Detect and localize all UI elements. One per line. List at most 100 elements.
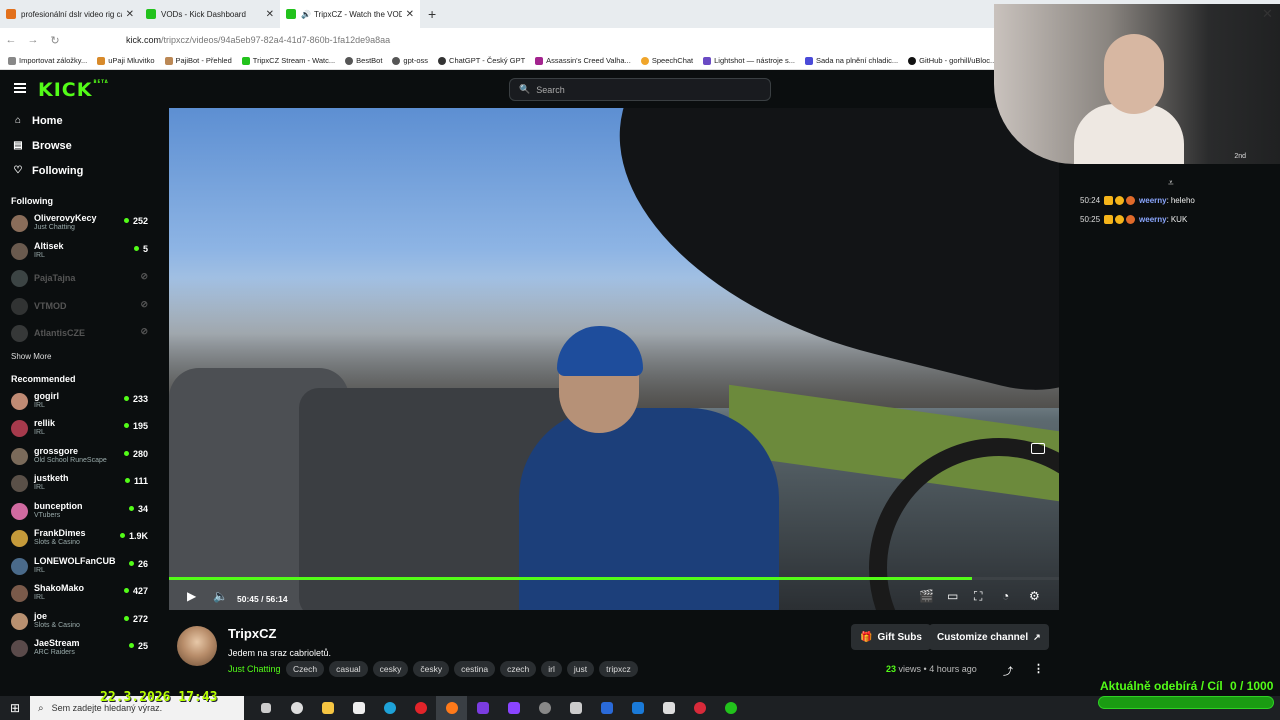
sidebar-item-following[interactable]: ♡ Following (0, 158, 160, 183)
store-icon[interactable] (343, 696, 374, 720)
settings-app-icon[interactable] (529, 696, 560, 720)
video-player[interactable] (169, 108, 1059, 610)
sidebar-item-home[interactable]: ⌂ Home (0, 108, 160, 133)
close-icon[interactable]: ✕ (406, 9, 414, 20)
gift-icon: 🎁 (860, 631, 873, 643)
tag-chip[interactable]: casual (329, 661, 368, 677)
clip-icon[interactable]: 🎬 (919, 589, 934, 603)
channel-list-item[interactable]: VTMOD ⊘ (0, 293, 160, 321)
customize-channel-button[interactable]: Customize channel ↗ (929, 624, 1049, 650)
bookmark[interactable]: Lightshot — nástroje s... (703, 56, 795, 65)
windows-start-icon[interactable]: ⊞ (0, 701, 30, 715)
new-tab-icon[interactable]: + (428, 6, 436, 22)
browser-tab-2[interactable]: VODs - Kick Dashboard ✕ (140, 0, 280, 28)
app-icon[interactable] (498, 696, 529, 720)
speaker-icon[interactable]: 🔊 (301, 10, 311, 19)
play-icon[interactable]: ▶ (187, 589, 196, 603)
fullscreen-icon[interactable]: ⛶ (974, 589, 982, 604)
tag-chip[interactable]: Czech (286, 661, 325, 677)
gift-subs-button[interactable]: 🎁 Gift Subs (851, 624, 931, 650)
message-username[interactable]: weerny (1139, 215, 1167, 224)
app-icon[interactable] (684, 696, 715, 720)
url-field[interactable]: kick.com/tripxcz/videos/94a5eb97-82a4-41… (126, 35, 390, 45)
channel-list-item[interactable]: gogirl IRL 233 (0, 388, 160, 416)
window-close-icon[interactable]: ✕ (1262, 6, 1273, 22)
opera-icon[interactable] (405, 696, 436, 720)
tag-chip[interactable]: cesky (372, 661, 409, 677)
bookmark[interactable]: gpt-oss (392, 56, 428, 65)
bookmark[interactable]: ChatGPT - Český GPT (438, 56, 525, 65)
app-icon[interactable] (653, 696, 684, 720)
app-icon[interactable] (560, 696, 591, 720)
bookmark[interactable]: Sada na plnění chladic... (805, 56, 898, 65)
viewer-count: 34 (129, 504, 148, 514)
bookmark[interactable]: Importovat záložky... (8, 56, 87, 65)
message-username[interactable]: weerny (1139, 196, 1167, 205)
webcam-label: 2nd (1234, 153, 1246, 160)
tag-chip[interactable]: czech (500, 661, 537, 677)
bookmark[interactable]: PajiBot - Přehled (164, 56, 232, 65)
channel-list-item[interactable]: FrankDimes Slots & Casino 1.9K (0, 525, 160, 553)
tag-chip[interactable]: just (566, 661, 595, 677)
channel-list-item[interactable]: JaeStream ARC Raiders 25 (0, 635, 160, 663)
channel-list-item[interactable]: Altisek IRL 5 (0, 238, 160, 266)
channel-list-item[interactable]: ShakoMako IRL 427 (0, 580, 160, 608)
bookmark[interactable]: BestBot (345, 56, 382, 65)
offline-icon: ⊘ (140, 298, 148, 309)
tag-chip[interactable]: irl (541, 661, 562, 677)
tag-chip[interactable]: cestina (454, 661, 496, 677)
tag-chip[interactable]: česky (413, 661, 450, 677)
file-explorer-icon[interactable] (312, 696, 343, 720)
edge-icon[interactable] (374, 696, 405, 720)
channel-list-item[interactable]: rellik IRL 195 (0, 415, 160, 443)
sidebar-item-browse[interactable]: ▤ Browse (0, 133, 160, 158)
close-icon[interactable]: ✕ (126, 9, 134, 20)
app-icon[interactable] (715, 696, 746, 720)
show-more-button[interactable]: Show More (11, 352, 160, 361)
channel-list-item[interactable]: OliverovyKecy Just Chatting 252 (0, 210, 160, 238)
browser-tab-3[interactable]: 🔊 TripxCZ - Watch the VOD o ✕ (280, 0, 420, 28)
channel-list-item[interactable]: LONEWOLFanCUB IRL 26 (0, 553, 160, 581)
reload-icon[interactable]: ↻ (44, 34, 66, 47)
obs-icon[interactable] (281, 696, 312, 720)
more-options-icon[interactable]: ⋮ (1033, 662, 1044, 675)
bookmark[interactable]: SpeechChat (640, 56, 693, 65)
speed-icon[interactable]: ◔ (1002, 589, 1009, 603)
channel-list-item[interactable]: joe Slots & Casino 272 (0, 608, 160, 636)
back-icon[interactable]: ← (0, 34, 22, 46)
volume-icon[interactable]: 🔈 (213, 589, 228, 603)
kick-logo[interactable]: KICKBETA (38, 79, 109, 101)
close-icon[interactable]: ✕ (266, 9, 274, 20)
viewer-count: 280 (124, 449, 148, 459)
bookmark[interactable]: TripxCZ Stream - Watc... (241, 56, 335, 65)
hamburger-menu-icon[interactable] (14, 83, 26, 93)
video-progress-bar[interactable] (169, 577, 1059, 580)
category-link[interactable]: Just Chatting (228, 664, 281, 674)
channel-list-item[interactable]: grossgore Old School RuneScape 280 (0, 443, 160, 471)
level-badge-icon (1115, 196, 1125, 205)
chat-collapse-icon[interactable]: ⩡ (1168, 178, 1174, 189)
bookmark[interactable]: Assassin's Creed Valha... (535, 56, 631, 65)
search-input[interactable]: 🔍 Search (509, 78, 771, 101)
app-icon[interactable] (591, 696, 622, 720)
app-icon[interactable] (467, 696, 498, 720)
firefox-icon[interactable] (436, 696, 467, 720)
forward-icon[interactable]: → (22, 34, 44, 46)
channel-list-item[interactable]: justketh IRL 111 (0, 470, 160, 498)
channel-name[interactable]: TripxCZ (228, 626, 276, 641)
task-view-icon[interactable] (250, 696, 281, 720)
bookmark[interactable]: GitHub - gorhill/uBloc... (908, 56, 996, 65)
app-icon[interactable] (622, 696, 653, 720)
avatar (11, 215, 28, 232)
channel-list-item[interactable]: PajaTajna ⊘ (0, 265, 160, 293)
settings-gear-icon[interactable]: ⚙ (1029, 589, 1040, 603)
channel-list-item[interactable]: AtlantisCZE ⊘ (0, 320, 160, 348)
theater-mode-icon[interactable]: ▭ (947, 589, 958, 603)
bookmark[interactable]: uPaji Mluvitko (97, 56, 155, 65)
share-icon[interactable]: ⤴ (1003, 663, 1013, 678)
tag-chip[interactable]: tripxcz (599, 661, 638, 677)
channel-list-item[interactable]: bunception VTubers 34 (0, 498, 160, 526)
picture-in-picture-icon[interactable] (1031, 443, 1045, 454)
browser-tab-1[interactable]: profesionální dslr video rig cage ✕ (0, 0, 140, 28)
channel-avatar[interactable] (177, 626, 217, 666)
